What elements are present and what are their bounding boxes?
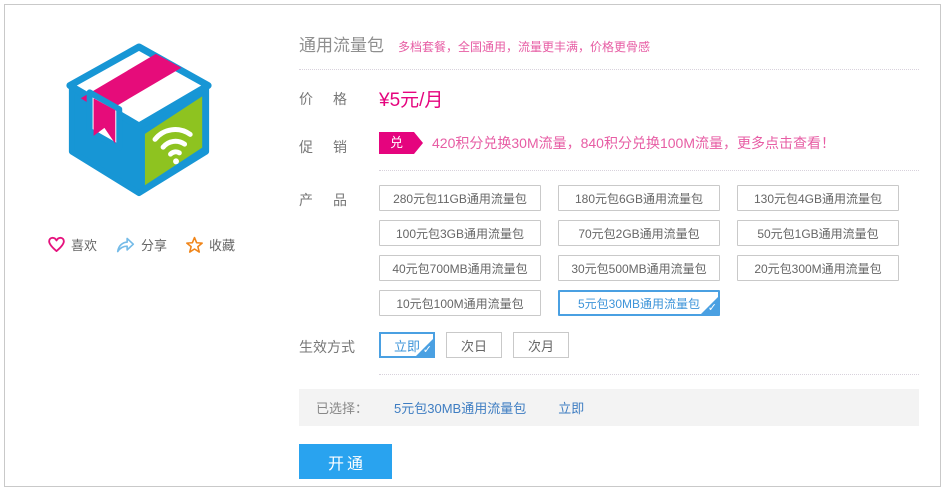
price-value: ¥5元/月	[379, 90, 444, 111]
package-grid: 280元包11GB通用流量包 180元包6GB通用流量包 130元包4GB通用流…	[379, 185, 899, 316]
effect-option[interactable]: 次日	[446, 332, 502, 358]
effect-option-selected[interactable]: 立即 ✓	[379, 332, 435, 358]
share-button[interactable]: 分享	[115, 235, 167, 254]
activate-button[interactable]: 开通	[299, 444, 392, 479]
action-bar: 喜欢 分享 收藏	[47, 235, 235, 254]
promo-text[interactable]: 420积分兑换30M流量，840积分兑换100M流量，更多点击查看！	[432, 133, 835, 153]
data-package-box-icon	[60, 43, 218, 201]
effect-group: 立即 ✓ 次日 次月	[379, 332, 569, 358]
check-icon: ✓	[707, 302, 717, 314]
price-row: 价格 ¥5元/月	[299, 84, 919, 112]
package-option-label: 280元包11GB通用流量包	[393, 191, 527, 206]
check-icon: ✓	[422, 344, 432, 356]
products-label: 产品	[299, 192, 367, 208]
summary-effect-link[interactable]: 立即	[558, 398, 584, 417]
summary-package-link[interactable]: 5元包30MB通用流量包	[394, 398, 526, 417]
package-option[interactable]: 280元包11GB通用流量包	[379, 185, 541, 211]
effect-label: 生效方式	[299, 339, 355, 355]
products-row: 产品 280元包11GB通用流量包 180元包6GB通用流量包 130元包4GB…	[299, 185, 919, 316]
package-option[interactable]: 70元包2GB通用流量包	[558, 220, 720, 246]
package-option[interactable]: 10元包100M通用流量包	[379, 290, 541, 316]
package-option-label: 70元包2GB通用流量包	[578, 226, 700, 241]
package-option[interactable]: 40元包700MB通用流量包	[379, 255, 541, 281]
package-option[interactable]: 20元包300M通用流量包	[737, 255, 899, 281]
left-column: 喜欢 分享 收藏	[5, 5, 285, 486]
package-option[interactable]: 50元包1GB通用流量包	[737, 220, 899, 246]
share-label: 分享	[141, 238, 168, 253]
divider	[299, 69, 919, 70]
promo-label: 促销	[299, 139, 367, 155]
favorite-label: 收藏	[209, 238, 236, 253]
package-option-selected[interactable]: 5元包30MB通用流量包 ✓	[558, 290, 720, 316]
divider	[379, 170, 919, 171]
redeem-badge: 兑	[379, 132, 424, 154]
effect-option-label: 次月	[527, 338, 554, 354]
share-icon	[116, 237, 135, 252]
package-option[interactable]: 180元包6GB通用流量包	[558, 185, 720, 211]
effect-option[interactable]: 次月	[513, 332, 569, 358]
package-option[interactable]: 100元包3GB通用流量包	[379, 220, 541, 246]
like-button[interactable]: 喜欢	[47, 235, 97, 254]
selection-summary: 已选择： 5元包30MB通用流量包 立即	[299, 389, 919, 426]
package-option-label: 40元包700MB通用流量包	[392, 261, 528, 276]
price-label: 价格	[299, 91, 367, 107]
package-option-label: 100元包3GB通用流量包	[395, 226, 525, 241]
package-option-label: 180元包6GB通用流量包	[574, 191, 704, 206]
effect-row: 生效方式 立即 ✓ 次日 次月	[299, 332, 919, 358]
effect-option-label: 次日	[460, 338, 487, 354]
product-panel: 喜欢 分享 收藏 通用流量包 多档套餐，全国通用，流量更丰满，价格更骨感 价格 …	[4, 4, 941, 487]
package-option[interactable]: 30元包500MB通用流量包	[558, 255, 720, 281]
package-option-label: 5元包30MB通用流量包	[577, 296, 701, 311]
like-label: 喜欢	[71, 238, 98, 253]
star-icon	[186, 236, 203, 253]
package-option[interactable]: 130元包4GB通用流量包	[737, 185, 899, 211]
divider	[379, 374, 919, 375]
package-option-label: 10元包100M通用流量包	[396, 296, 524, 311]
package-option-label: 130元包4GB通用流量包	[753, 191, 883, 206]
page-subtitle: 多档套餐，全国通用，流量更丰满，价格更骨感	[398, 40, 651, 54]
page-title: 通用流量包	[299, 36, 384, 55]
package-option-label: 30元包500MB通用流量包	[571, 261, 707, 276]
summary-label: 已选择：	[316, 401, 369, 416]
product-detail: 通用流量包 多档套餐，全国通用，流量更丰满，价格更骨感 价格 ¥5元/月 促销 …	[299, 31, 919, 479]
header-row: 通用流量包 多档套餐，全国通用，流量更丰满，价格更骨感	[299, 31, 919, 56]
promo-line: 兑 420积分兑换30M流量，840积分兑换100M流量，更多点击查看！	[379, 132, 835, 154]
heart-icon	[48, 236, 65, 252]
package-option-label: 50元包1GB通用流量包	[757, 226, 879, 241]
favorite-button[interactable]: 收藏	[185, 235, 235, 254]
package-option-label: 20元包300M通用流量包	[754, 261, 882, 276]
promo-row: 促销 兑 420积分兑换30M流量，840积分兑换100M流量，更多点击查看！	[299, 132, 919, 157]
